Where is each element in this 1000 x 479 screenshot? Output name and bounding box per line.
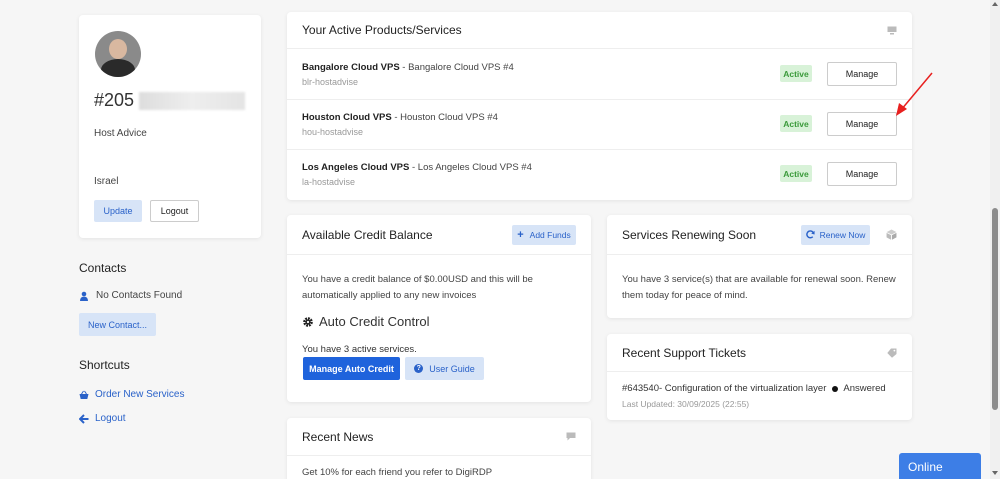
products-title: Your Active Products/Services — [302, 23, 462, 37]
renew-now-button[interactable]: Renew Now — [801, 224, 870, 245]
avatar[interactable] — [95, 31, 141, 77]
product-row[interactable]: Bangalore Cloud VPS - Bangalore Cloud VP… — [287, 50, 912, 100]
gear-icon — [303, 316, 313, 327]
product-row[interactable]: Los Angeles Cloud VPS - Los Angeles Clou… — [287, 150, 912, 200]
news-item[interactable]: Get 10% for each friend you refer to Dig… — [302, 465, 492, 479]
cube-icon — [886, 229, 897, 240]
logout-button[interactable]: Logout — [150, 200, 199, 222]
renewing-header: Services Renewing Soon Renew Now — [607, 215, 912, 255]
credit-text: You have a credit balance of $0.00USD an… — [302, 274, 533, 301]
company-name: Host Advice — [94, 128, 147, 139]
credit-card: Available Credit Balance + Add Funds You… — [287, 215, 591, 402]
tickets-card: Recent Support Tickets #643540 - Configu… — [607, 334, 912, 420]
shortcut-logout[interactable]: Logout — [79, 413, 126, 424]
arrow-left-icon — [79, 413, 89, 424]
basket-icon — [79, 390, 89, 399]
tag-icon — [887, 348, 897, 358]
user-guide-button[interactable]: ? User Guide — [405, 357, 484, 380]
new-contact-button[interactable]: New Contact... — [79, 313, 156, 336]
profile-card: #205 Host Advice Israel Update Logout — [79, 15, 261, 238]
manage-button[interactable]: Manage — [827, 62, 897, 86]
scrollbar-thumb[interactable] — [992, 208, 998, 410]
plus-icon: + — [517, 228, 524, 241]
monitor-icon — [887, 26, 897, 34]
scrollbar[interactable] — [990, 0, 1000, 479]
news-card: Recent News Get 10% for each friend you … — [287, 418, 591, 479]
credit-header: Available Credit Balance + Add Funds — [287, 215, 591, 255]
ticket-item[interactable]: #643540 - Configuration of the virtualiz… — [622, 383, 886, 394]
manage-auto-credit-button[interactable]: Manage Auto Credit — [303, 357, 400, 380]
refresh-icon — [805, 230, 815, 239]
update-button[interactable]: Update — [94, 200, 142, 222]
tickets-header: Recent Support Tickets — [607, 334, 912, 372]
products-card: Your Active Products/Services Bangalore … — [287, 12, 912, 200]
status-badge: Active — [780, 165, 812, 182]
renewing-text: You have 3 service(s) that are available… — [622, 274, 896, 301]
status-badge: Active — [780, 65, 812, 82]
contacts-heading: Contacts — [79, 261, 127, 275]
chat-online-button[interactable]: Online — [899, 453, 981, 479]
customer-id: #205 — [94, 90, 246, 111]
comment-icon — [566, 432, 576, 441]
product-row[interactable]: Houston Cloud VPS - Houston Cloud VPS #4… — [287, 100, 912, 150]
user-icon — [80, 291, 88, 301]
question-icon: ? — [414, 364, 424, 373]
products-header: Your Active Products/Services — [287, 12, 912, 49]
redacted-blur — [139, 92, 246, 111]
add-funds-button[interactable]: + Add Funds — [512, 224, 576, 245]
manage-button[interactable]: Manage — [827, 162, 897, 186]
auto-credit-title: Auto Credit Control — [302, 314, 430, 329]
status-badge: Active — [780, 115, 812, 132]
scroll-up-arrow[interactable] — [992, 2, 998, 6]
shortcut-order[interactable]: Order New Services — [79, 389, 184, 400]
no-contacts: No Contacts Found — [79, 290, 182, 301]
status-dot-icon — [832, 385, 839, 392]
shortcuts-heading: Shortcuts — [79, 358, 130, 372]
manage-button[interactable]: Manage — [827, 112, 897, 136]
annotation-arrow — [896, 72, 933, 116]
renewing-card: Services Renewing Soon Renew Now You hav… — [607, 215, 912, 318]
news-header: Recent News — [287, 418, 591, 456]
country: Israel — [94, 176, 119, 187]
scroll-down-arrow[interactable] — [992, 471, 998, 475]
